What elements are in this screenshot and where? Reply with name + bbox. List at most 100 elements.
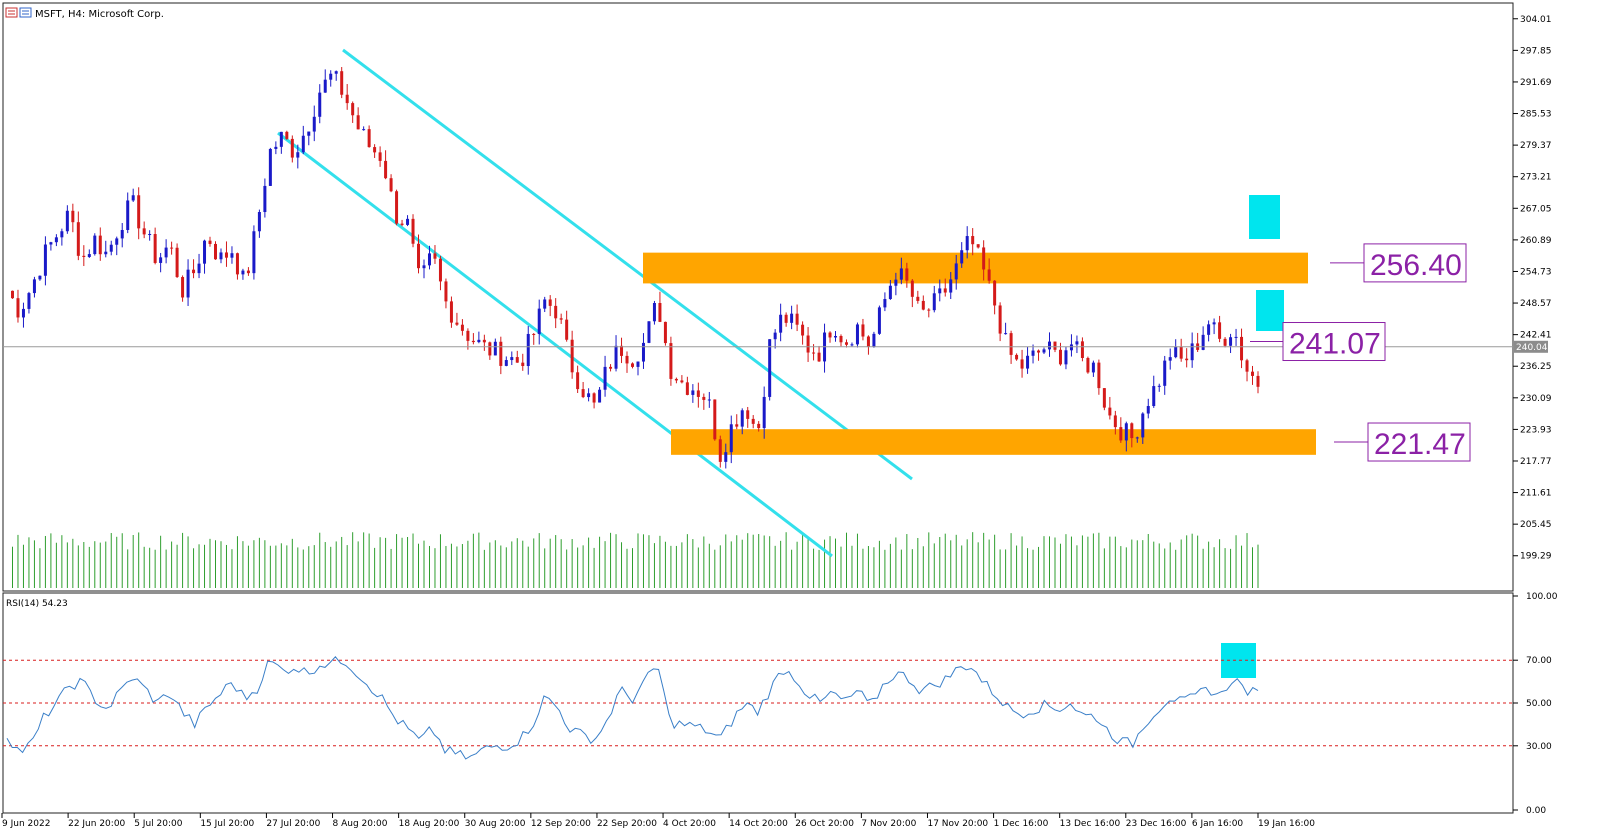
candle-body bbox=[581, 389, 585, 398]
candle-body bbox=[192, 269, 196, 274]
candle-body bbox=[866, 336, 870, 347]
candle-body bbox=[713, 399, 717, 440]
candle-body bbox=[729, 424, 733, 453]
candle-body bbox=[943, 288, 947, 293]
candle-body bbox=[691, 390, 695, 395]
candle-body bbox=[241, 270, 245, 275]
candle-body bbox=[927, 309, 931, 311]
candle-body bbox=[1157, 385, 1161, 387]
candle-body bbox=[844, 342, 848, 345]
time-tick-label: 26 Oct 20:00 bbox=[795, 819, 854, 829]
candle-body bbox=[554, 305, 558, 319]
price-label-text: 221.47 bbox=[1374, 428, 1466, 461]
price-label-text: 256.40 bbox=[1370, 249, 1462, 282]
candle-body bbox=[751, 418, 755, 424]
candle-body bbox=[159, 257, 163, 263]
candle-body bbox=[795, 313, 799, 325]
time-tick-label: 30 Aug 20:00 bbox=[465, 819, 526, 829]
candle-body bbox=[148, 234, 152, 236]
candle-body bbox=[1102, 388, 1106, 408]
rsi-tick-label: 0.00 bbox=[1526, 806, 1546, 816]
candle-body bbox=[1163, 360, 1167, 386]
candle-body bbox=[219, 252, 223, 260]
candle-body bbox=[54, 237, 58, 243]
candle-body bbox=[1113, 415, 1117, 428]
candle-body bbox=[932, 293, 936, 311]
candle-body bbox=[460, 324, 464, 331]
candle-body bbox=[718, 439, 722, 462]
candle-body bbox=[214, 243, 217, 260]
candle-body bbox=[170, 247, 174, 249]
rsi-tick-label: 70.00 bbox=[1526, 656, 1552, 666]
candle-body bbox=[663, 321, 667, 344]
rsi-tick-label: 30.00 bbox=[1526, 742, 1552, 752]
candle-body bbox=[1234, 336, 1238, 338]
candle-body bbox=[1256, 375, 1260, 387]
candle-body bbox=[965, 236, 969, 251]
candle-body bbox=[746, 410, 750, 419]
candle-body bbox=[378, 152, 382, 161]
price-panel bbox=[2, 2, 1514, 592]
chart-canvas[interactable]: MSFT, H4: Microsoft Corp. RSI(14) 54.23 … bbox=[0, 0, 1611, 833]
time-tick-label: 9 Jun 2022 bbox=[2, 819, 50, 829]
candle-body bbox=[1212, 322, 1216, 325]
candle-body bbox=[43, 244, 47, 276]
candle-body bbox=[268, 148, 272, 186]
candle-body bbox=[976, 244, 980, 248]
candle-body bbox=[598, 389, 602, 403]
candle-body bbox=[449, 301, 453, 323]
candle-body bbox=[834, 335, 838, 338]
candle-body bbox=[1053, 341, 1057, 350]
candle-body bbox=[164, 247, 168, 258]
candle-body bbox=[1185, 358, 1189, 361]
candle-body bbox=[109, 244, 113, 252]
support-zone bbox=[671, 429, 1316, 455]
time-tick-label: 8 Aug 20:00 bbox=[333, 819, 388, 829]
candle-body bbox=[115, 238, 119, 245]
time-tick-label: 5 Jul 20:00 bbox=[134, 819, 183, 829]
candle-body bbox=[779, 314, 783, 333]
candle-body bbox=[987, 269, 991, 281]
candle-body bbox=[680, 380, 684, 383]
candle-body bbox=[1097, 362, 1101, 389]
candle-body bbox=[455, 322, 459, 325]
candle-body bbox=[510, 357, 514, 361]
candle-body bbox=[861, 324, 865, 337]
candle-body bbox=[49, 242, 53, 245]
time-tick-label: 18 Aug 20:00 bbox=[399, 819, 460, 829]
candle-body bbox=[208, 240, 212, 244]
candle-body bbox=[740, 410, 744, 427]
candle-body bbox=[883, 299, 887, 308]
candle-body bbox=[1037, 350, 1041, 353]
price-tick-label: 254.73 bbox=[1520, 267, 1552, 277]
rsi-title: RSI(14) 54.23 bbox=[6, 599, 68, 609]
candle-body bbox=[307, 131, 311, 136]
candle-body bbox=[576, 372, 580, 390]
candle-body bbox=[1190, 343, 1194, 361]
candle-body bbox=[120, 229, 124, 239]
candle-body bbox=[98, 235, 102, 255]
candle-body bbox=[548, 299, 552, 306]
candle-body bbox=[1179, 347, 1183, 359]
candle-body bbox=[137, 195, 141, 229]
candle-body bbox=[246, 270, 250, 274]
candle-body bbox=[954, 263, 958, 280]
candle-body bbox=[340, 71, 344, 95]
candle-body bbox=[87, 254, 91, 257]
candle-body bbox=[384, 160, 388, 179]
candle-body bbox=[982, 247, 986, 270]
candle-body bbox=[559, 318, 563, 320]
candle-body bbox=[60, 231, 64, 238]
candle-body bbox=[1229, 337, 1233, 346]
candle-body bbox=[1075, 341, 1079, 345]
candle-body bbox=[444, 281, 448, 302]
candle-body bbox=[466, 330, 470, 341]
candle-body bbox=[1207, 324, 1211, 335]
candle-body bbox=[565, 319, 569, 340]
price-tick-label: 285.53 bbox=[1520, 110, 1552, 120]
candle-body bbox=[482, 339, 486, 343]
candle-body bbox=[257, 212, 261, 232]
candle-body bbox=[471, 340, 475, 343]
candle-body bbox=[16, 298, 20, 318]
candle-body bbox=[603, 366, 607, 390]
